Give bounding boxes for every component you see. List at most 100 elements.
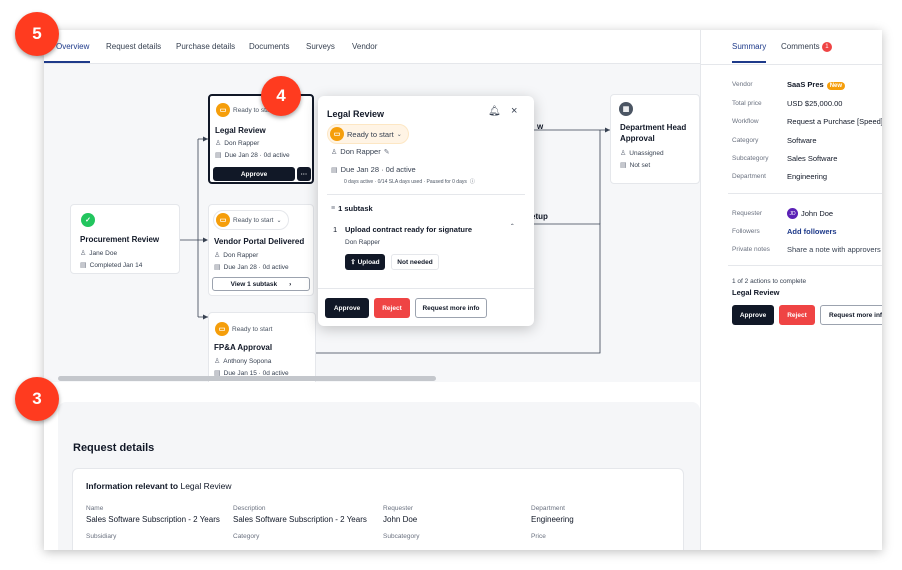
add-followers-link[interactable]: Add followers [787,227,837,236]
calendar-icon: ▤ [331,166,338,174]
popover-request-info-button[interactable]: Request more info [415,298,487,318]
info-card: Information relevant to Legal Review Nam… [72,468,684,550]
inbox-icon: ▭ [216,103,230,117]
status-chip[interactable]: ▭ Ready to start [213,320,279,338]
tab-summary[interactable]: Summary [732,42,766,51]
status-chip[interactable]: ▭ Ready to start ⌄ [213,210,289,230]
popover-reject-button[interactable]: Reject [374,298,410,318]
node-title: Department Head Approval [620,123,687,143]
calendar-icon: ▤ [80,262,87,269]
person-icon: ♙ [80,250,87,257]
tab-vendor[interactable]: Vendor [352,42,377,51]
summary-label: Subcategory [732,155,769,162]
person-icon: ♙ [214,358,221,365]
node-department-head-approval[interactable]: ▦ Department Head Approval ♙ Unassigned ▤… [610,94,700,184]
summary-label: Vendor [732,81,753,88]
chevron-up-icon[interactable]: ˆ [511,223,514,232]
panel-reject-button[interactable]: Reject [779,305,815,325]
subtasks-header: ≡ 1 subtask [331,204,373,213]
panel-approve-button[interactable]: Approve [732,305,774,325]
field-label: Requester [383,505,413,512]
popover-assignee[interactable]: ♙ Don Rapper ✎ [331,147,390,156]
edit-icon[interactable]: ✎ [384,148,390,156]
view-subtask-button[interactable]: View 1 subtask › [212,277,310,291]
category-value: Software [787,136,817,145]
field-value: John Doe [383,515,418,524]
person-icon: ♙ [215,140,222,147]
subtask-title: Upload contract ready for signature [345,225,473,234]
divider [728,265,882,266]
total-price-value: USD $25,000.00 [787,99,843,108]
node-title: Vendor Portal Delivered [214,237,305,246]
requester-value[interactable]: JD John Doe [787,208,833,219]
inbox-icon: ▭ [330,127,344,141]
divider [701,64,882,65]
section-heading: Request details [73,442,155,454]
close-icon[interactable]: × [511,105,517,117]
bell-icon[interactable]: 🔔︎ [488,106,501,117]
tab-documents[interactable]: Documents [249,42,289,51]
node-procurement-review[interactable]: ✓ Procurement Review ♙ Jane Doe ▤ Complete… [70,204,180,274]
new-badge: New [826,82,846,90]
inbox-icon: ▭ [216,213,230,227]
calendar-icon: ▤ [620,162,627,169]
annotation-marker: 5 [15,12,59,56]
more-actions-button[interactable]: ··· [297,167,311,181]
field-label: Description [233,505,266,512]
tab-request-details[interactable]: Request details [106,42,161,51]
node-due-date: ▤ Due Jan 28 · 0d active [214,263,289,272]
info-icon[interactable]: ⓘ [470,178,475,185]
popover-title: Legal Review [327,109,385,119]
node-assignee: ♙ Unassigned [620,149,664,158]
field-value: Engineering [531,515,574,524]
partial-node-title: w [537,122,544,131]
active-tab-indicator [44,61,90,63]
divider [728,193,882,194]
summary-label: Category [732,137,759,144]
workflow-canvas[interactable]: ✓ Procurement Review ♙ Jane Doe ▤ Complete… [44,64,700,382]
status-dropdown[interactable]: ▭ Ready to start ⌄ [327,124,409,144]
popover-approve-button[interactable]: Approve [325,298,369,318]
divider [327,194,525,195]
field-value: Sales Software Subscription - 2 Years [233,515,367,524]
popover-due: ▤ Due Jan 28 · 0d active [331,165,416,174]
node-due-date: ▤ Due Jan 28 · 0d active [215,151,290,160]
approve-button[interactable]: Approve [213,167,295,181]
node-vendor-portal-delivered[interactable]: ▭ Ready to start ⌄ Vendor Portal Deliver… [208,204,314,296]
active-tab-indicator [732,61,766,63]
canvas-scrollbar[interactable] [44,374,700,382]
node-due-date: ▤ Not set [620,161,651,170]
node-assignee: ♙ Jane Doe [80,249,118,258]
tab-surveys[interactable]: Surveys [306,42,335,51]
person-icon: ♙ [214,252,221,259]
field-label: Price [531,533,546,540]
department-value: Engineering [787,172,828,181]
tab-overview[interactable]: Overview [56,42,89,51]
tab-comments[interactable]: Comments 1 [781,42,832,52]
node-title: Procurement Review [80,235,160,244]
not-needed-button[interactable]: Not needed [391,254,439,270]
subcategory-value: Sales Software [787,154,838,163]
tab-bar: Overview Request details Purchase detail… [44,30,700,64]
vendor-value[interactable]: SaaS Pres New [787,80,846,90]
panel-request-info-button[interactable]: Request more info [820,305,882,325]
node-legal-review[interactable]: ▭ Ready to start Legal Review ♙ Don Rappe… [208,94,314,184]
scrollbar-thumb[interactable] [58,376,436,381]
node-fpa-approval[interactable]: ▭ Ready to start FP&A Approval ♙ Anthony … [208,312,316,382]
tab-purchase-details[interactable]: Purchase details [176,42,235,51]
subtask-assignee: Don Rapper [345,239,381,246]
private-notes-input[interactable]: Share a note with approvers [787,245,881,254]
node-title: FP&A Approval [214,343,273,352]
calendar-icon: ▤ [214,264,221,271]
request-details-section: Request details Information relevant to … [44,382,700,550]
avatar: JD [787,208,798,219]
inbox-icon: ▭ [215,322,229,336]
calendar-icon: ▦ [619,102,633,116]
field-label: Subcategory [383,533,420,540]
summary-label: Total price [732,100,762,107]
node-completed: ▤ Completed Jan 14 [80,261,143,270]
node-title: Legal Review [215,126,266,135]
upload-button[interactable]: ⇧ Upload [345,254,385,270]
legal-review-popover: Legal Review 🔔︎ × ▭ Ready to start ⌄ ♙ Do… [318,96,534,326]
calendar-icon: ▤ [215,152,222,159]
